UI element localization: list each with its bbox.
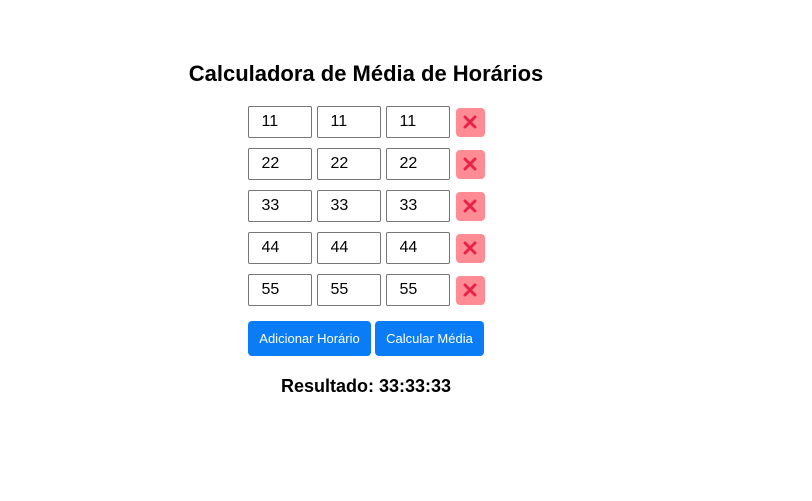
time-row	[247, 190, 485, 222]
remove-row-button[interactable]	[455, 233, 485, 263]
result-text: Resultado: 33:33:33	[280, 376, 452, 396]
hours-input[interactable]	[247, 232, 312, 264]
minutes-input[interactable]	[316, 106, 381, 138]
hours-input[interactable]	[247, 190, 312, 222]
seconds-input[interactable]	[385, 148, 450, 180]
seconds-input[interactable]	[385, 190, 450, 222]
remove-row-button[interactable]	[455, 107, 485, 137]
remove-row-button[interactable]	[455, 191, 485, 221]
calculator-app: Calculadora de Média de Horários 11 11 1…	[0, 0, 732, 397]
close-icon	[463, 199, 477, 213]
minutes-input[interactable]	[316, 190, 381, 222]
time-rows	[247, 106, 485, 306]
minutes-input[interactable]	[316, 148, 381, 180]
calculate-average-button[interactable]: Calcular Média	[375, 321, 484, 356]
seconds-input[interactable]	[385, 106, 450, 138]
minutes-input[interactable]	[316, 274, 381, 306]
close-icon	[463, 283, 477, 297]
minutes-input[interactable]	[316, 232, 381, 264]
close-icon	[463, 157, 477, 171]
hours-input[interactable]	[247, 274, 312, 306]
page-title: Calculadora de Média de Horários	[188, 61, 544, 86]
time-row	[247, 106, 485, 138]
seconds-input[interactable]	[385, 232, 450, 264]
seconds-input[interactable]	[385, 274, 450, 306]
remove-row-button[interactable]	[455, 149, 485, 179]
hours-input[interactable]	[247, 106, 312, 138]
close-icon	[463, 241, 477, 255]
remove-row-button[interactable]	[455, 275, 485, 305]
close-icon	[463, 115, 477, 129]
action-buttons: Adicionar Horário Calcular Média	[248, 321, 484, 356]
time-row	[247, 232, 485, 264]
add-time-button[interactable]: Adicionar Horário	[248, 321, 371, 356]
time-row	[247, 148, 485, 180]
time-row	[247, 274, 485, 306]
hours-input[interactable]	[247, 148, 312, 180]
